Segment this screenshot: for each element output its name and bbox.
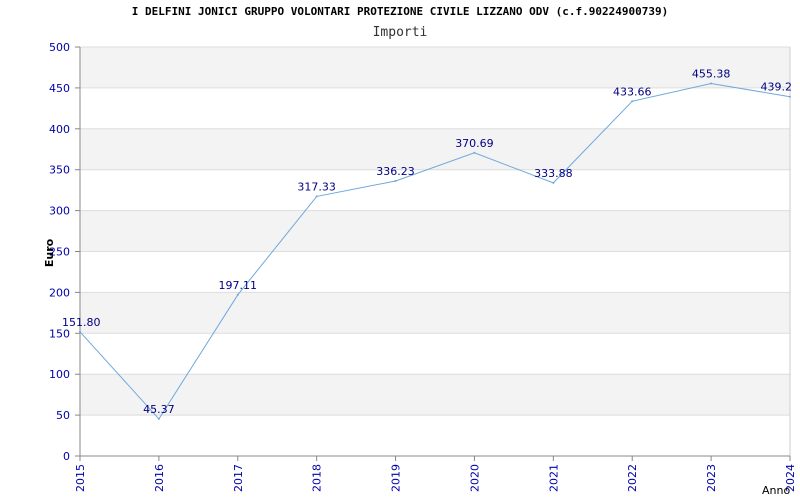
data-label: 439.2 <box>761 81 793 94</box>
plot-band <box>80 169 790 211</box>
plot-band <box>80 87 790 129</box>
data-point <box>473 151 476 154</box>
y-tick-label: 300 <box>49 205 70 218</box>
x-tick-label: 2021 <box>547 464 560 492</box>
data-label: 333.88 <box>534 167 573 180</box>
y-tick-label: 400 <box>49 123 70 136</box>
data-label: 455.38 <box>692 67 731 80</box>
data-label: 151.80 <box>62 316 101 329</box>
x-tick-label: 2023 <box>705 464 718 492</box>
data-label: 317.33 <box>297 180 336 193</box>
plot-band <box>80 333 790 375</box>
y-tick-label: 450 <box>49 82 70 95</box>
data-point <box>710 82 713 85</box>
data-label: 370.69 <box>455 137 494 150</box>
x-tick-label: 2022 <box>626 464 639 492</box>
x-tick-label: 2015 <box>74 464 87 492</box>
y-tick-label: 200 <box>49 286 70 299</box>
data-point <box>789 95 791 98</box>
y-tick-label: 100 <box>49 368 70 381</box>
y-tick-label: 50 <box>56 409 70 422</box>
x-tick-label: 2018 <box>311 464 324 492</box>
data-label: 45.37 <box>143 403 175 416</box>
y-tick-label: 500 <box>49 41 70 54</box>
y-tick-label: 350 <box>49 164 70 177</box>
plot-band <box>80 128 790 170</box>
x-tick-label: 2020 <box>468 464 481 492</box>
x-tick-label: 2016 <box>153 464 166 492</box>
plot-band <box>80 210 790 252</box>
data-label: 336.23 <box>376 165 415 178</box>
data-label: 433.66 <box>613 85 652 98</box>
data-point <box>394 179 397 182</box>
data-point <box>79 330 81 333</box>
x-tick-labels: 2015 2016 2017 2018 2019 2020 2021 2022 2023 2024 <box>74 464 797 492</box>
data-point <box>236 293 239 296</box>
plot-band <box>80 415 790 456</box>
y-tick-label: 150 <box>49 327 70 340</box>
x-tick-label: 2019 <box>390 464 403 492</box>
plot-band <box>80 47 790 88</box>
data-point <box>552 181 555 184</box>
plot-band <box>80 251 790 293</box>
plot-band <box>80 292 790 334</box>
data-point <box>157 417 160 420</box>
line-chart: 050100150200250300350400450500 2015 2016 2… <box>43 41 797 497</box>
data-point <box>631 100 634 103</box>
x-tick-label: 2017 <box>232 464 245 492</box>
y-axis-label: Euro <box>43 238 56 267</box>
plot-band <box>80 374 790 416</box>
x-axis-label: Anno <box>762 484 790 497</box>
data-label: 197.11 <box>219 279 258 292</box>
y-tick-label: 0 <box>63 450 70 463</box>
data-point <box>315 195 318 198</box>
